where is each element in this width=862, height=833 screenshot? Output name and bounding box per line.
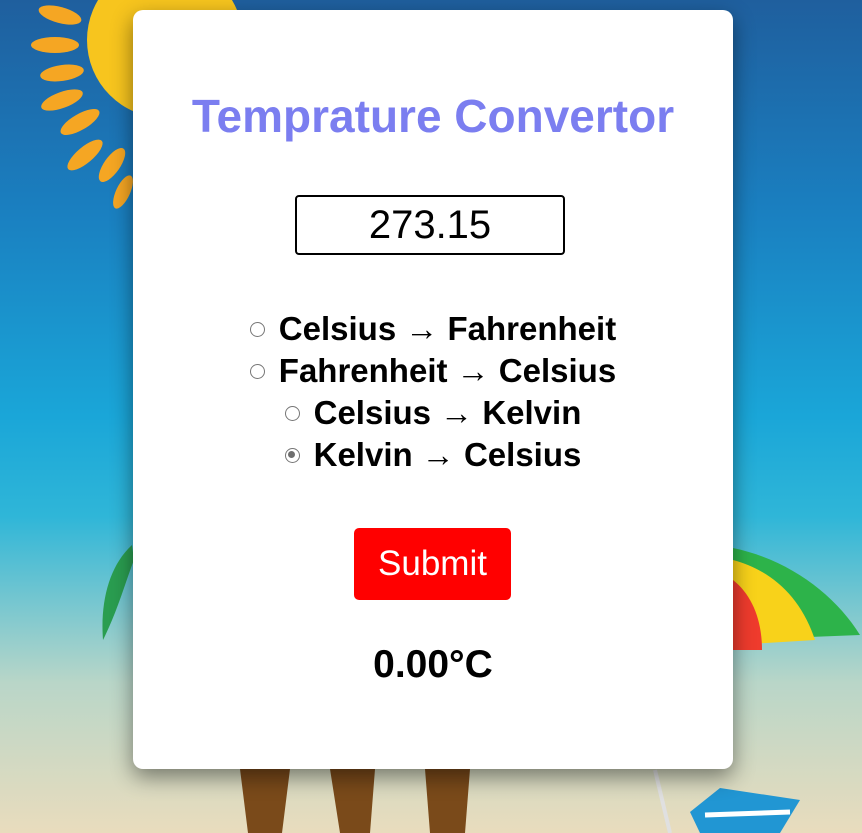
radio-kelvin-to-celsius[interactable] xyxy=(284,447,300,463)
option-label: Celsius → Fahrenheit xyxy=(278,310,617,347)
converter-card: Temprature Convertor Celsius → Fahrenhei… xyxy=(133,10,733,769)
submit-button[interactable]: Submit xyxy=(354,528,511,600)
option-label: Celsius → Kelvin xyxy=(313,394,582,431)
radio-celsius-to-fahrenheit[interactable] xyxy=(249,321,265,337)
radio-fahrenheit-to-celsius[interactable] xyxy=(249,363,265,379)
option-celsius-to-fahrenheit[interactable]: Celsius → Fahrenheit xyxy=(249,308,617,350)
page-title: Temprature Convertor xyxy=(191,90,675,142)
deck-chair-illustration xyxy=(690,788,800,833)
option-label: Kelvin → Celsius xyxy=(313,436,582,473)
radio-celsius-to-kelvin[interactable] xyxy=(284,405,300,421)
option-celsius-to-kelvin[interactable]: Celsius → Kelvin xyxy=(284,392,582,434)
conversion-options: Celsius → Fahrenheit Fahrenheit → Celsiu… xyxy=(133,308,733,476)
option-label: Fahrenheit → Celsius xyxy=(278,352,617,389)
option-kelvin-to-celsius[interactable]: Kelvin → Celsius xyxy=(284,434,582,476)
option-fahrenheit-to-celsius[interactable]: Fahrenheit → Celsius xyxy=(249,350,617,392)
temperature-input[interactable] xyxy=(295,195,565,255)
conversion-result: 0.00°C xyxy=(373,643,493,686)
